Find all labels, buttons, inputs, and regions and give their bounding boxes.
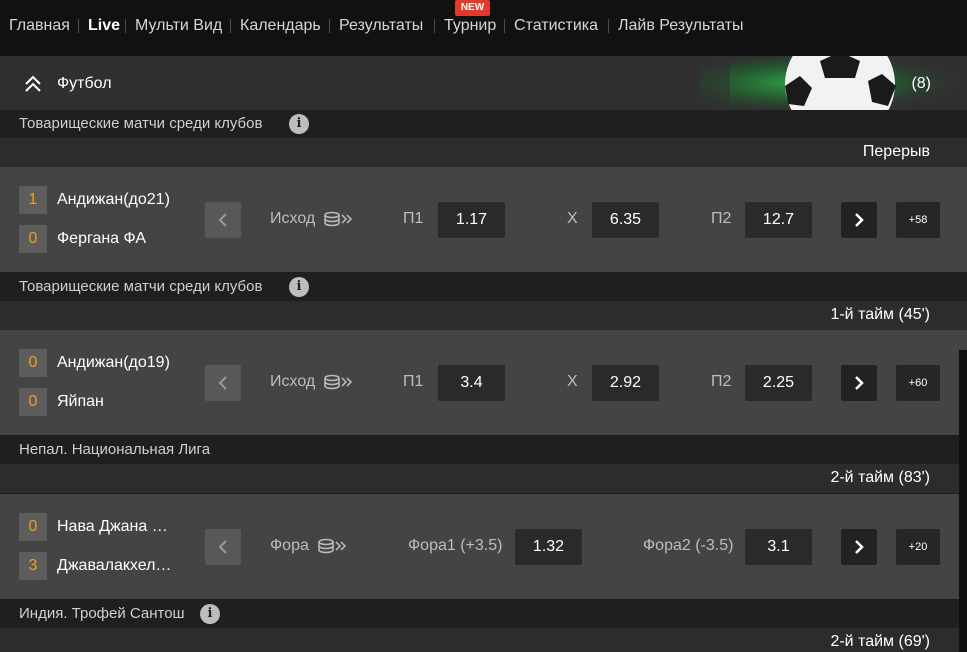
odds-button[interactable]: 3.1 — [745, 529, 812, 565]
prev-market-button[interactable] — [205, 529, 241, 565]
match-status-bar: 2-й тайм (69') — [0, 628, 967, 652]
more-markets-button[interactable]: +20 — [896, 529, 940, 565]
odds-button[interactable]: 3.4 — [438, 365, 505, 401]
outcome-label: Фора1 (+3.5) — [408, 537, 503, 554]
away-team[interactable]: Фергана ФА — [57, 230, 182, 248]
outcome-label: П1 — [403, 210, 424, 227]
chevron-right-icon — [855, 213, 864, 227]
chevron-left-icon — [218, 376, 227, 390]
nav-separator — [434, 19, 435, 33]
match-row[interactable]: 1 Андижан(до21) 0 Фергана ФА Исход П1 1.… — [0, 167, 967, 272]
next-market-button[interactable] — [841, 202, 877, 238]
chevron-left-icon — [218, 540, 227, 554]
home-team[interactable]: Андижан(до19) — [57, 354, 182, 372]
league-name: Товарищеские матчи среди клубов — [19, 115, 263, 132]
nav-separator — [329, 19, 330, 33]
prev-market-button[interactable] — [205, 202, 241, 238]
match-status-bar: Перерыв — [0, 138, 967, 167]
nav-statistics[interactable]: Статистика — [514, 17, 598, 35]
league-row[interactable]: Непал. Национальная Лига — [0, 436, 967, 464]
away-score: 0 — [19, 388, 47, 416]
outcome-label: П1 — [403, 373, 424, 390]
home-score: 1 — [19, 186, 47, 214]
nav-separator — [125, 19, 126, 33]
match-status: 2-й тайм (83') — [830, 469, 930, 486]
league-name: Индия. Трофей Сантош — [19, 605, 185, 622]
more-markets-button[interactable]: +60 — [896, 365, 940, 401]
nav-separator — [230, 19, 231, 33]
next-market-button[interactable] — [841, 529, 877, 565]
nav-tournament[interactable]: Турнир — [444, 17, 496, 35]
sport-event-count: (8) — [911, 75, 931, 92]
nav-separator — [504, 19, 505, 33]
top-navigation: Главная Live Мульти Вид Календарь Резуль… — [0, 0, 967, 56]
outcome-label: П2 — [711, 210, 732, 227]
chevron-right-icon — [855, 376, 864, 390]
collapse-chevron-icon[interactable] — [22, 73, 44, 95]
market-name: Исход — [270, 210, 316, 227]
match-row[interactable]: 0 Нава Джана Джа... 3 Джавалакхельский..… — [0, 494, 967, 599]
market-name: Фора — [270, 537, 309, 554]
prev-market-button[interactable] — [205, 365, 241, 401]
away-team[interactable]: Яйпан — [57, 393, 182, 411]
home-score: 0 — [19, 513, 47, 541]
match-status: Перерыв — [862, 143, 930, 160]
league-row[interactable]: Товарищеские матчи среди клубов i — [0, 273, 967, 301]
new-badge: NEW — [455, 0, 490, 16]
nav-live-results[interactable]: Лайв Результаты — [618, 17, 744, 35]
nav-results[interactable]: Результаты — [339, 17, 423, 35]
coins-icon — [318, 538, 347, 554]
sport-title: Футбол — [57, 75, 112, 92]
outcome-label: Фора2 (-3.5) — [643, 537, 734, 554]
outcome-label: П2 — [711, 373, 732, 390]
odds-button[interactable]: 1.17 — [438, 202, 505, 238]
market-name: Исход — [270, 373, 316, 390]
nav-calendar[interactable]: Календарь — [240, 17, 321, 35]
match-status: 1-й тайм (45') — [830, 306, 930, 323]
home-score: 0 — [19, 349, 47, 377]
league-row[interactable]: Товарищеские матчи среди клубов i — [0, 110, 967, 138]
nav-home[interactable]: Главная — [9, 17, 70, 35]
info-icon[interactable]: i — [200, 604, 220, 624]
coins-icon — [324, 374, 353, 390]
odds-button[interactable]: 6.35 — [592, 202, 659, 238]
match-status-bar: 2-й тайм (83') — [0, 464, 967, 493]
nav-separator — [78, 19, 79, 33]
info-icon[interactable]: i — [289, 114, 309, 134]
sport-header[interactable]: Футбол (8) — [0, 56, 967, 110]
odds-button[interactable]: 2.92 — [592, 365, 659, 401]
coins-icon — [324, 211, 353, 227]
home-team[interactable]: Нава Джана Джа... — [57, 518, 177, 536]
odds-button[interactable]: 1.32 — [515, 529, 582, 565]
next-market-button[interactable] — [841, 365, 877, 401]
away-team[interactable]: Джавалакхельский... — [57, 557, 179, 575]
match-status: 2-й тайм (69') — [830, 633, 930, 650]
league-name: Непал. Национальная Лига — [19, 441, 211, 458]
outcome-label: Х — [567, 210, 578, 227]
away-score: 3 — [19, 552, 47, 580]
league-name: Товарищеские матчи среди клубов — [19, 278, 263, 295]
match-status-bar: 1-й тайм (45') — [0, 301, 967, 330]
match-row[interactable]: 0 Андижан(до19) 0 Яйпан Исход П1 3.4 Х 2… — [0, 330, 967, 435]
odds-button[interactable]: 12.7 — [745, 202, 812, 238]
away-score: 0 — [19, 225, 47, 253]
odds-button[interactable]: 2.25 — [745, 365, 812, 401]
nav-separator — [608, 19, 609, 33]
scrollbar[interactable] — [959, 350, 967, 652]
league-row[interactable]: Индия. Трофей Сантош i — [0, 600, 967, 628]
home-team[interactable]: Андижан(до21) — [57, 191, 182, 209]
chevron-left-icon — [218, 213, 227, 227]
chevron-right-icon — [855, 540, 864, 554]
more-markets-button[interactable]: +58 — [896, 202, 940, 238]
nav-live[interactable]: Live — [88, 17, 120, 35]
info-icon[interactable]: i — [289, 277, 309, 297]
nav-multiview[interactable]: Мульти Вид — [135, 17, 222, 35]
outcome-label: Х — [567, 373, 578, 390]
